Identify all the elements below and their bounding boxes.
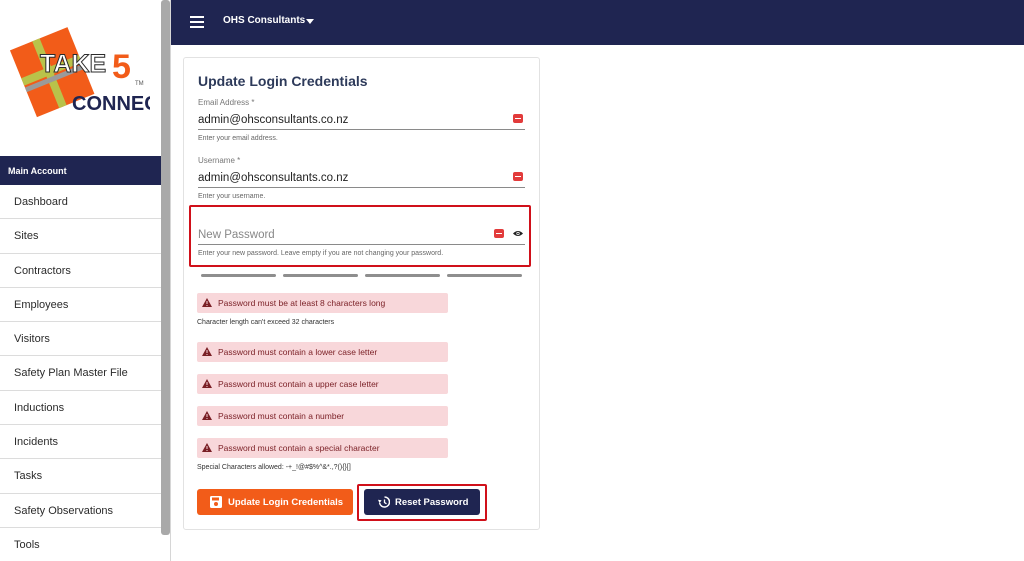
svg-text:TAKE: TAKE — [40, 50, 106, 78]
password-rule-alert: Password must contain a number — [197, 406, 448, 426]
email-hint: Enter your email address. — [198, 135, 278, 142]
page-title: Update Login Credentials — [198, 73, 368, 89]
sidebar-item-dashboard[interactable]: Dashboard — [0, 185, 161, 220]
hamburger-icon[interactable] — [190, 16, 204, 28]
sidebar-item-tools[interactable]: Tools — [0, 528, 161, 561]
password-rule-alert: Password must contain a upper case lette… — [197, 374, 448, 394]
warning-icon — [202, 347, 212, 356]
reset-password-button[interactable]: Reset Password — [364, 489, 480, 515]
username-hint: Enter your username. — [198, 193, 266, 200]
rule-text: Password must contain a lower case lette… — [218, 347, 378, 357]
reset-button-label: Reset Password — [395, 497, 469, 508]
username-field[interactable] — [198, 168, 488, 187]
username-label: Username * — [198, 156, 241, 165]
sidebar-item-contractors[interactable]: Contractors — [0, 254, 161, 288]
warning-icon — [202, 411, 212, 420]
top-bar: OHS Consultants — [171, 0, 1024, 45]
sidebar-item-sites[interactable]: Sites — [0, 219, 161, 254]
sidebar-item-safety-observations[interactable]: Safety Observations — [0, 494, 161, 528]
password-manager-icon[interactable] — [513, 114, 523, 123]
strength-segment — [201, 274, 276, 277]
warning-icon — [202, 443, 212, 452]
password-manager-icon[interactable] — [513, 172, 523, 181]
password-field-highlight — [189, 205, 531, 267]
rule-text: Password must contain a upper case lette… — [218, 379, 379, 389]
username-field-row — [198, 168, 525, 188]
sidebar-scrollbar[interactable] — [161, 0, 170, 535]
warning-icon — [202, 379, 212, 388]
password-rule-alert: Password must be at least 8 characters l… — [197, 293, 448, 313]
organization-selector[interactable]: OHS Consultants — [223, 15, 305, 26]
strength-segment — [447, 274, 522, 277]
sidebar-section-main-account: Main Account — [0, 156, 161, 185]
sidebar: TAKE 5 TM CONNECT Main Account Dashboard… — [0, 0, 171, 561]
warning-icon — [202, 298, 212, 307]
svg-text:TM: TM — [135, 81, 144, 87]
sidebar-item-visitors[interactable]: Visitors — [0, 322, 161, 357]
strength-segment — [283, 274, 358, 277]
save-icon — [210, 496, 222, 508]
history-icon — [378, 496, 390, 508]
special-characters-note: Special Characters allowed: -+_!@#$%^&*.… — [197, 464, 351, 471]
rule-text: Password must be at least 8 characters l… — [218, 298, 386, 308]
svg-text:5: 5 — [112, 48, 131, 86]
rule-text: Password must contain a special characte… — [218, 443, 380, 453]
update-login-credentials-button[interactable]: Update Login Credentials — [197, 489, 353, 515]
username-field-group: Username * Enter your username. — [198, 156, 525, 200]
svg-text:CONNECT: CONNECT — [72, 93, 150, 115]
email-field[interactable] — [198, 110, 488, 129]
sidebar-item-safety-plan-master-file[interactable]: Safety Plan Master File — [0, 356, 161, 391]
sidebar-item-tasks[interactable]: Tasks — [0, 459, 161, 494]
update-button-label: Update Login Credentials — [228, 497, 344, 508]
password-rule-alert: Password must contain a lower case lette… — [197, 342, 448, 362]
email-label: Email Address * — [198, 98, 255, 107]
chevron-down-icon[interactable] — [306, 19, 314, 24]
password-rule-alert: Password must contain a special characte… — [197, 438, 448, 458]
sidebar-nav: Dashboard Sites Contractors Employees Vi… — [0, 185, 161, 561]
sidebar-item-inductions[interactable]: Inductions — [0, 391, 161, 426]
length-note: Character length can't exceed 32 charact… — [197, 319, 335, 326]
sidebar-item-employees[interactable]: Employees — [0, 288, 161, 323]
sidebar-item-incidents[interactable]: Incidents — [0, 425, 161, 460]
email-field-group: Email Address * Enter your email address… — [198, 98, 525, 142]
password-strength-meter — [201, 274, 522, 278]
email-field-row — [198, 110, 525, 130]
strength-segment — [365, 274, 440, 277]
rule-text: Password must contain a number — [218, 411, 345, 421]
take5-connect-logo[interactable]: TAKE 5 TM CONNECT — [9, 14, 170, 124]
